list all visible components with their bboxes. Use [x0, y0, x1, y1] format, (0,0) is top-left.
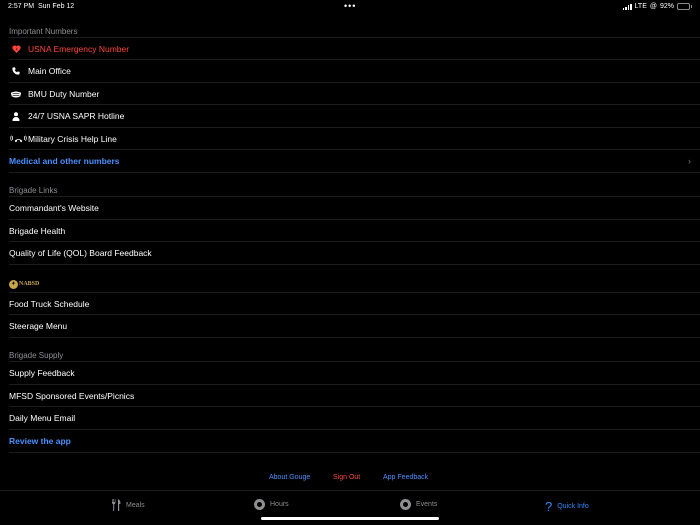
- row-label: Supply Feedback: [9, 368, 75, 378]
- status-indicators: LTE @ 92%: [622, 3, 692, 10]
- row-label: Brigade Health: [9, 226, 66, 236]
- row-brigade-health[interactable]: Brigade Health: [9, 220, 700, 242]
- tab-hours[interactable]: Hours: [254, 499, 289, 510]
- network-type: LTE: [634, 3, 647, 10]
- row-commandants-website[interactable]: Commandant's Website: [9, 197, 700, 219]
- row-label: USNA Emergency Number: [28, 44, 130, 54]
- row-review-the-app[interactable]: Review the app: [9, 430, 700, 452]
- row-food-truck-schedule[interactable]: Food Truck Schedule: [9, 293, 700, 315]
- section-header-brigade-links: Brigade Links: [9, 186, 58, 195]
- nabsd-logo: ✦ NABSD: [9, 279, 39, 289]
- row-label: Steerage Menu: [9, 321, 68, 331]
- tab-label: Quick Info: [557, 503, 589, 510]
- tab-label: Hours: [270, 501, 289, 508]
- tab-label: Events: [416, 501, 438, 508]
- footer-links: About Gouge Sign Out App Feedback: [0, 474, 700, 484]
- face-mask-icon: [9, 91, 23, 98]
- fork-knife-icon: [111, 499, 121, 511]
- multitasking-dots-icon[interactable]: •••: [344, 2, 356, 11]
- row-sapr-hotline[interactable]: 24/7 USNA SAPR Hotline: [9, 105, 700, 127]
- cell-signal-icon: [622, 3, 632, 10]
- row-daily-menu-email[interactable]: Daily Menu Email: [9, 407, 700, 429]
- location-icon: @: [649, 3, 657, 10]
- status-date: Sun Feb 12: [38, 3, 75, 10]
- row-medical-and-other-numbers[interactable]: Medical and other numbers ›: [9, 150, 700, 172]
- clock-icon: [254, 499, 265, 510]
- row-label: Food Truck Schedule: [9, 299, 90, 309]
- row-label: Medical and other numbers: [9, 156, 120, 166]
- chevron-right-icon: ›: [688, 156, 691, 166]
- tab-events[interactable]: Events: [400, 499, 437, 510]
- about-gouge-link[interactable]: About Gouge: [269, 474, 310, 481]
- clock-icon: [400, 499, 411, 510]
- section-header-important-numbers: Important Numbers: [9, 27, 78, 36]
- question-icon: ?: [545, 499, 553, 514]
- row-label: Main Office: [28, 66, 71, 76]
- divider: [9, 172, 700, 173]
- row-bmu-duty-number[interactable]: BMU Duty Number: [9, 83, 700, 105]
- tab-label: Meals: [126, 501, 145, 509]
- tab-quick-info[interactable]: ? Quick Info: [545, 499, 589, 514]
- row-qol-board-feedback[interactable]: Quality of Life (QOL) Board Feedback: [9, 242, 700, 264]
- section-header-brigade-supply: Brigade Supply: [9, 351, 64, 360]
- app-feedback-link[interactable]: App Feedback: [383, 474, 428, 481]
- row-label: MFSD Sponsored Events/Picnics: [9, 391, 135, 401]
- tab-meals[interactable]: Meals: [111, 499, 145, 511]
- battery-percent: 92%: [659, 3, 674, 10]
- home-indicator[interactable]: [261, 517, 439, 520]
- row-label: Daily Menu Email: [9, 413, 76, 423]
- status-bar: 2:57 PM Sun Feb 12 ••• LTE @ 92%: [0, 0, 700, 14]
- row-label: BMU Duty Number: [28, 89, 100, 99]
- divider: [9, 452, 700, 453]
- row-label: 24/7 USNA SAPR Hotline: [28, 111, 125, 121]
- battery-icon: [677, 3, 692, 10]
- row-main-office[interactable]: Main Office: [9, 60, 700, 82]
- heart-bolt-icon: [9, 45, 23, 53]
- status-time: 2:57 PM: [8, 3, 35, 10]
- sign-out-link[interactable]: Sign Out: [333, 474, 360, 481]
- divider: [9, 264, 700, 265]
- row-mfsd-events[interactable]: MFSD Sponsored Events/Picnics: [9, 385, 700, 407]
- row-supply-feedback[interactable]: Supply Feedback: [9, 362, 700, 384]
- row-usna-emergency-number[interactable]: USNA Emergency Number: [9, 38, 700, 60]
- phone-ringing-icon: [9, 135, 27, 143]
- row-label: Quality of Life (QOL) Board Feedback: [9, 248, 152, 258]
- divider: [9, 337, 700, 338]
- row-steerage-menu[interactable]: Steerage Menu: [9, 315, 700, 337]
- row-label: Military Crisis Help Line: [28, 134, 117, 144]
- nabsd-logo-text: NABSD: [19, 281, 40, 287]
- row-military-crisis-line[interactable]: Military Crisis Help Line: [9, 128, 700, 150]
- row-label: Review the app: [9, 436, 71, 446]
- row-label: Commandant's Website: [9, 203, 99, 213]
- nabsd-seal-icon: ✦: [9, 279, 18, 289]
- person-icon: [9, 111, 23, 121]
- phone-icon: [9, 67, 23, 75]
